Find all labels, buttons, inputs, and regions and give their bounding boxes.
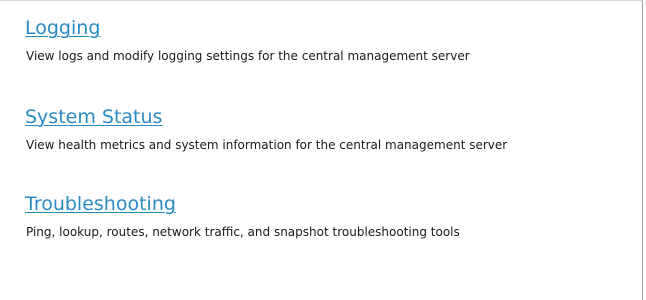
content-panel: Logging View logs and modify logging set… — [0, 0, 643, 300]
system-status-link[interactable]: System Status — [25, 106, 507, 128]
section-system-status: System Status View health metrics and sy… — [25, 106, 507, 152]
section-troubleshooting: Troubleshooting Ping, lookup, routes, ne… — [25, 193, 460, 239]
section-logging: Logging View logs and modify logging set… — [25, 17, 470, 63]
system-status-description: View health metrics and system informati… — [26, 138, 508, 152]
logging-link[interactable]: Logging — [25, 17, 470, 39]
troubleshooting-description: Ping, lookup, routes, network traffic, a… — [26, 225, 460, 239]
troubleshooting-link[interactable]: Troubleshooting — [25, 193, 460, 215]
logging-description: View logs and modify logging settings fo… — [26, 49, 470, 63]
